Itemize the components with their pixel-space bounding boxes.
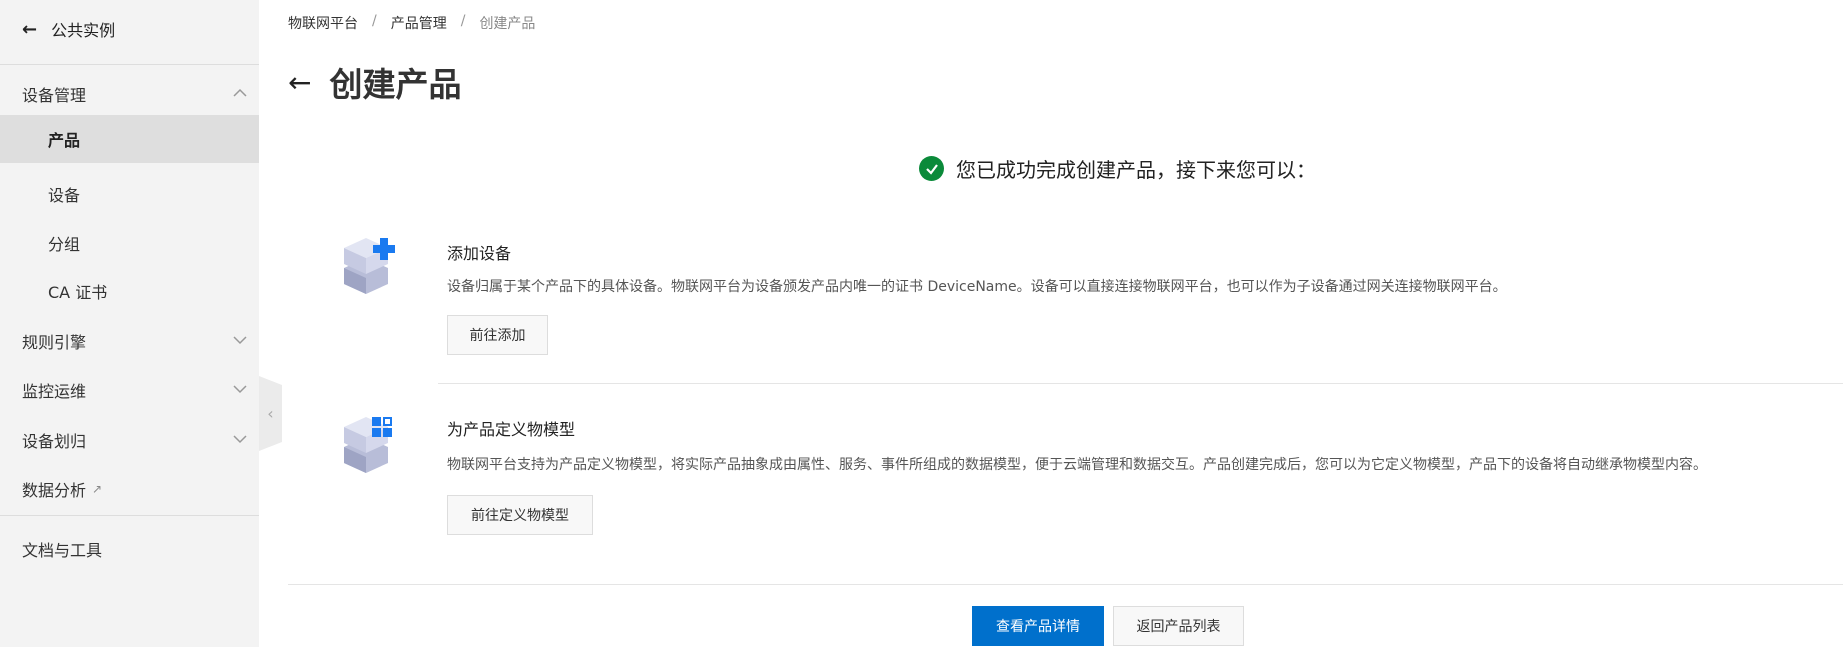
label: 文档与工具 — [22, 541, 103, 560]
success-banner: 您已成功完成创建产品，接下来您可以： — [919, 154, 1316, 183]
breadcrumb-separator: / — [372, 13, 377, 29]
sidebar-item-group[interactable]: 分组 — [0, 219, 259, 267]
chevron-up-icon — [233, 88, 247, 97]
divider — [288, 584, 1843, 585]
label: 产品 — [48, 131, 81, 150]
sidebar-item-rule-engine[interactable]: 规则引擎 — [0, 317, 259, 365]
chevron-down-icon — [233, 385, 247, 394]
back-to-instances[interactable]: ← 公共实例 — [22, 17, 115, 41]
sidebar-item-docs-tools[interactable]: 文档与工具 — [0, 525, 259, 573]
chevron-down-icon — [233, 336, 247, 345]
view-product-details-button[interactable]: 查看产品详情 — [972, 606, 1104, 646]
label: 设备划归 — [22, 432, 87, 451]
label: CA 证书 — [48, 283, 108, 302]
divider — [0, 64, 259, 65]
add-device-icon — [344, 238, 395, 294]
breadcrumb-iot-platform[interactable]: 物联网平台 — [288, 13, 358, 33]
back-label: 公共实例 — [51, 21, 116, 40]
section-desc-add-device: 设备归属于某个产品下的具体设备。物联网平台为设备颁发产品内唯一的证书 Devic… — [447, 279, 1507, 295]
section-title-add-device: 添加设备 — [447, 244, 512, 263]
chevron-left-icon: ‹ — [267, 404, 274, 423]
sidebar-item-device-transfer[interactable]: 设备划归 — [0, 416, 259, 464]
sidebar-item-device[interactable]: 设备 — [0, 170, 259, 218]
breadcrumb-product-management[interactable]: 产品管理 — [391, 13, 447, 33]
sidebar-item-monitoring[interactable]: 监控运维 — [0, 366, 259, 414]
arrow-left-icon: ← — [22, 18, 38, 40]
go-define-thing-model-button[interactable]: 前往定义物模型 — [447, 495, 593, 535]
breadcrumb-current: 创建产品 — [479, 16, 536, 32]
divider — [0, 515, 259, 516]
thing-model-icon — [344, 417, 392, 473]
collapse-sidebar-handle[interactable]: ‹ — [259, 376, 282, 451]
breadcrumb-separator: / — [460, 13, 466, 29]
check-circle-icon — [919, 156, 944, 181]
section-title-thing-model: 为产品定义物模型 — [447, 420, 576, 439]
label: 监控运维 — [22, 382, 87, 401]
sidebar: ← 公共实例 设备管理 产品 设备 分组 CA 证书 规则引擎 监控运维 设备划… — [0, 0, 259, 647]
label: 分组 — [48, 235, 81, 254]
page-title: 创建产品 — [329, 65, 462, 104]
chevron-down-icon — [233, 435, 247, 444]
label: 设备管理 — [22, 86, 87, 105]
go-add-device-button[interactable]: 前往添加 — [447, 315, 548, 355]
label: 规则引擎 — [22, 333, 87, 352]
breadcrumb: 物联网平台 / 产品管理 / 创建产品 — [288, 13, 535, 33]
divider — [438, 383, 1843, 384]
label: 数据分析 — [22, 481, 87, 500]
sidebar-item-data-analysis[interactable]: 数据分析 ↗ — [0, 465, 259, 513]
success-message: 您已成功完成创建产品，接下来您可以： — [956, 158, 1316, 182]
sidebar-item-device-management[interactable]: 设备管理 — [0, 70, 259, 118]
section-desc-thing-model: 物联网平台支持为产品定义物模型，将实际产品抽象成由属性、服务、事件所组成的数据模… — [447, 457, 1707, 473]
external-link-icon: ↗ — [92, 482, 103, 496]
label: 设备 — [48, 186, 81, 205]
back-to-product-list-button[interactable]: 返回产品列表 — [1113, 606, 1244, 646]
sidebar-item-product[interactable]: 产品 — [0, 115, 259, 163]
sidebar-item-ca-cert[interactable]: CA 证书 — [0, 267, 259, 315]
back-arrow-icon[interactable]: ← — [288, 66, 311, 99]
